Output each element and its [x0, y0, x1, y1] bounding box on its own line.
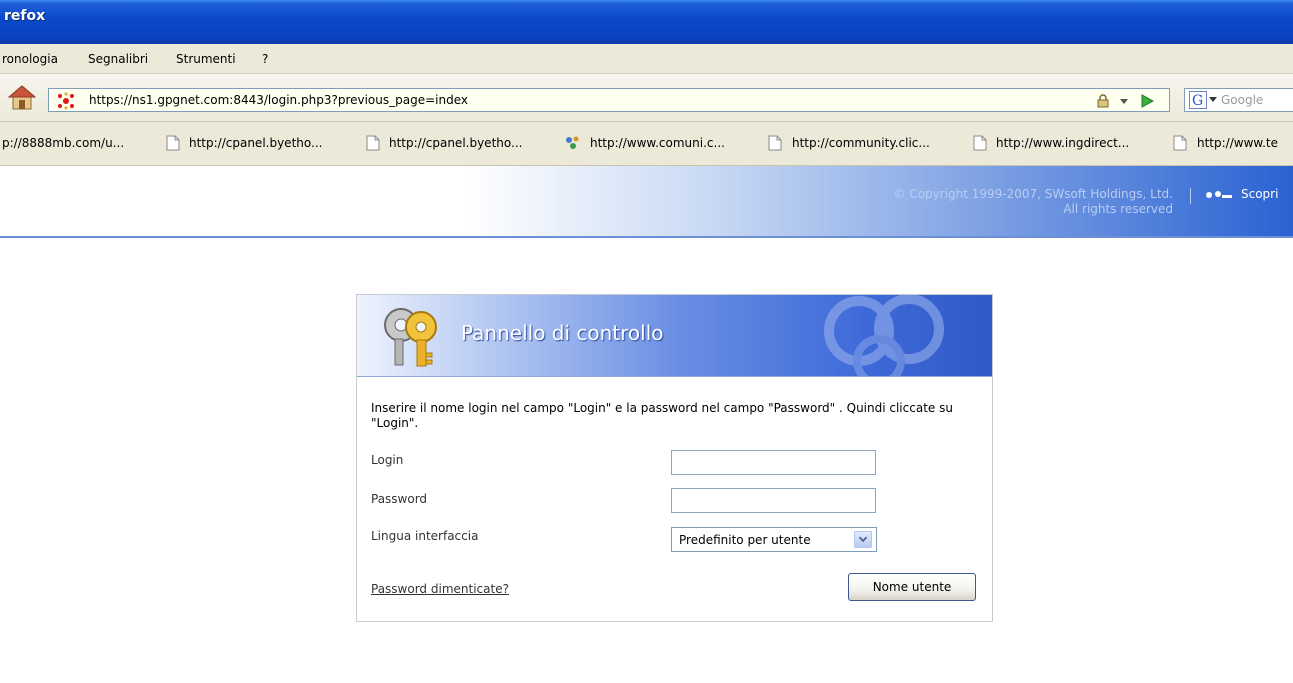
bookmark-item[interactable]: http://cpanel.byetho...: [389, 136, 522, 150]
bookmarks-toolbar: p://8888mb.com/u... http://cpanel.byetho…: [0, 122, 1293, 166]
chevron-down-icon[interactable]: [854, 531, 872, 548]
language-label: Lingua interfaccia: [371, 529, 479, 543]
language-select-value: Predefinito per utente: [679, 533, 811, 547]
address-bar[interactable]: https://ns1.gpgnet.com:8443/login.php3?p…: [48, 88, 1170, 112]
page-icon: [366, 135, 380, 151]
page-icon: [973, 135, 987, 151]
password-label: Password: [371, 492, 428, 506]
search-engine-dropdown-icon[interactable]: [1209, 97, 1217, 103]
address-url: https://ns1.gpgnet.com:8443/login.php3?p…: [89, 93, 468, 107]
bookmark-item[interactable]: http://community.clic...: [792, 136, 930, 150]
window-title: refox: [4, 8, 46, 24]
decorative-rings-icon: [824, 295, 944, 376]
search-box[interactable]: G Google: [1184, 88, 1293, 112]
discover-icon[interactable]: [1205, 190, 1233, 200]
bookmark-item[interactable]: http://www.ingdirect...: [996, 136, 1129, 150]
copyright-line: © Copyright 1999-2007, SWsoft Holdings, …: [893, 187, 1174, 201]
keys-icon: [384, 308, 437, 367]
login-field[interactable]: [671, 450, 876, 475]
site-favicon-icon: [58, 92, 74, 110]
home-icon[interactable]: [8, 84, 36, 110]
menu-item-bookmarks[interactable]: Segnalibri: [88, 52, 148, 66]
menu-item-history[interactable]: ronologia: [2, 52, 58, 66]
page-icon: [1173, 135, 1187, 151]
history-dropdown-icon[interactable]: [1119, 96, 1129, 106]
header-separator: [1190, 188, 1191, 204]
go-arrow-icon[interactable]: [1139, 93, 1155, 109]
discover-link[interactable]: Scopri: [1241, 187, 1278, 201]
bookmark-item[interactable]: http://cpanel.byetho...: [189, 136, 322, 150]
security-lock-icon[interactable]: [1096, 94, 1110, 108]
svg-text:G: G: [1192, 93, 1203, 109]
forgot-password-link[interactable]: Password dimenticate?: [371, 582, 509, 596]
instructions-text: Inserire il nome login nel campo "Login"…: [371, 401, 953, 430]
menu-bar: ronologia Segnalibri Strumenti ?: [0, 44, 1293, 74]
panel-header: Pannello di controllo: [357, 295, 992, 377]
rights-line: All rights reserved: [1063, 202, 1173, 216]
window-titlebar: refox: [0, 0, 1293, 44]
bookmark-item[interactable]: http://www.te: [1197, 136, 1278, 150]
search-placeholder[interactable]: Google: [1221, 93, 1263, 107]
login-button[interactable]: Nome utente: [848, 573, 976, 601]
login-panel: Pannello di controllo Inserire il nome l…: [356, 294, 993, 622]
page-icon: [768, 135, 782, 151]
language-select[interactable]: Predefinito per utente: [671, 527, 877, 552]
bookmark-item[interactable]: p://8888mb.com/u...: [2, 136, 124, 150]
copyright-notice: © Copyright 1999-2007, SWsoft Holdings, …: [820, 187, 1174, 217]
bookmark-item[interactable]: http://www.comuni.c...: [590, 136, 725, 150]
navigation-toolbar: https://ns1.gpgnet.com:8443/login.php3?p…: [0, 74, 1293, 122]
menu-item-help[interactable]: ?: [262, 52, 268, 66]
menu-item-tools[interactable]: Strumenti: [176, 52, 236, 66]
login-label: Login: [371, 453, 404, 467]
page-header: © Copyright 1999-2007, SWsoft Holdings, …: [0, 166, 1293, 238]
page-icon: [166, 135, 180, 151]
password-field[interactable]: [671, 488, 876, 513]
comuni-favicon-icon: [566, 136, 579, 149]
panel-title: Pannello di controllo: [461, 321, 664, 345]
google-icon[interactable]: G: [1189, 91, 1207, 109]
